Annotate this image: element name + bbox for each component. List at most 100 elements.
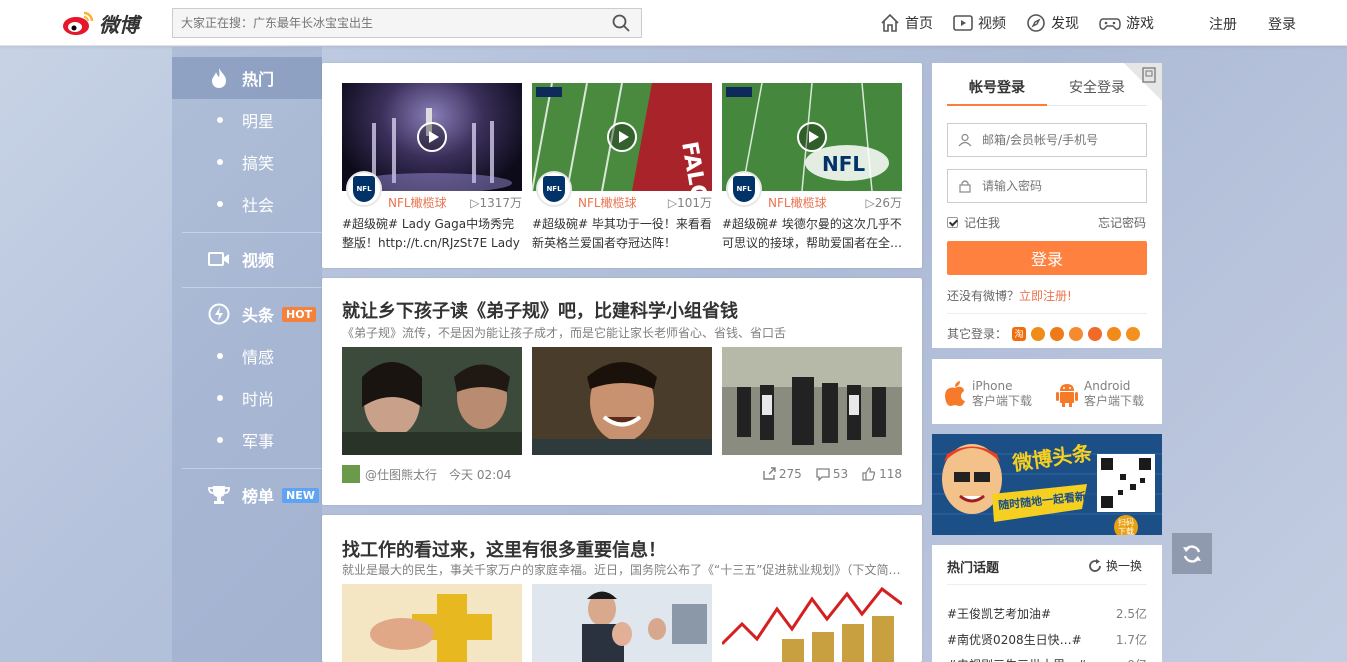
active-tab-indicator (947, 104, 1047, 106)
iphone-download[interactable]: iPhone 客户端下载 (944, 379, 1032, 409)
article-title[interactable]: 找工作的看过来，这里有很多重要信息！ (342, 536, 666, 562)
post-time: 今天 02:04 (449, 467, 512, 482)
sidebar-item-emotion[interactable]: 情感 (172, 335, 322, 377)
app-name: Android (1084, 379, 1131, 393)
video-meta: NFL橄榄球 ▷1317万 (388, 194, 522, 211)
sohu-icon[interactable] (1050, 326, 1065, 341)
author-name[interactable]: @仕图熊太行 (365, 466, 437, 483)
sidebar-item-video[interactable]: 视频 (172, 238, 322, 280)
login-link[interactable]: 登录 (1268, 14, 1296, 34)
search-input[interactable] (173, 9, 601, 37)
tab-account-login[interactable]: 帐号登录 (947, 77, 1047, 97)
sidebar-item-stars[interactable]: 明星 (172, 99, 322, 141)
tianyi-icon[interactable] (1069, 326, 1084, 341)
hot-topics-title: 热门话题 (947, 561, 1000, 576)
video-item[interactable]: FALCONS NFL NFL橄榄球 ▷101万 #超级碗# 毕其功于一役！来看… (532, 83, 712, 250)
forgot-password-link[interactable]: 忘记密码 (1098, 214, 1146, 231)
play-count: ▷101万 (667, 196, 712, 210)
password-input[interactable] (982, 179, 1146, 193)
sidebar-item-society[interactable]: 社会 (172, 183, 322, 225)
nfl-avatar[interactable]: NFL (346, 171, 382, 207)
tab-secure-login[interactable]: 安全登录 (1047, 77, 1147, 97)
share-button[interactable]: 275 (762, 467, 802, 481)
video-source[interactable]: NFL橄榄球 (578, 194, 637, 211)
search-button[interactable] (601, 9, 641, 37)
comment-button[interactable]: 53 (816, 467, 848, 481)
topic-item[interactable]: #王俊凯艺考加油# 2.5亿 (947, 605, 1147, 622)
swap-label: 换一换 (1106, 559, 1143, 573)
weibo-logo[interactable]: 微博 (62, 8, 142, 38)
refresh-icon (1183, 544, 1201, 563)
video-source[interactable]: NFL橄榄球 (768, 194, 827, 211)
other-login: 其它登录： 淘 (947, 325, 1141, 342)
play-icon[interactable] (797, 122, 827, 152)
sidebar-item-military[interactable]: 军事 (172, 419, 322, 461)
article-image[interactable] (722, 347, 902, 455)
video-description[interactable]: #超级碗# 埃德尔曼的这次几乎不可思议的接球，帮助爱国者在全… (722, 215, 902, 253)
video-description[interactable]: #超级碗# 毕其功于一役！来看看新英格兰爱国者夺冠达阵！ http://t.cn (532, 215, 712, 253)
weibo-headline-banner[interactable]: 微博头条 随时随地一起看新闻 扫码下载 (932, 434, 1162, 535)
nav-games-label: 游戏 (1126, 16, 1154, 32)
remember-me[interactable]: 记住我 (947, 214, 1000, 231)
topic-count: 2.5亿 (1115, 607, 1147, 621)
video-description[interactable]: #超级碗# Lady Gaga中场秀完整版！http://t.cn/RJzSt7… (342, 215, 522, 253)
taobao-icon[interactable]: 淘 (1012, 326, 1027, 341)
play-icon[interactable] (607, 122, 637, 152)
article-summary[interactable]: 就业是最大的民生，事关千家万户的家庭幸福。近日，国务院公布了《“十三五”促进就业… (342, 561, 902, 578)
nav-games[interactable]: 游戏 (1099, 13, 1154, 33)
article-image[interactable] (342, 347, 522, 455)
article-image[interactable] (342, 584, 522, 662)
play-icon[interactable] (417, 122, 447, 152)
china-unicom-icon[interactable] (1107, 326, 1122, 341)
username-field (947, 123, 1147, 157)
logo-text: 微博 (99, 12, 139, 37)
bullet-dot (217, 117, 223, 123)
main-nav: 首页 视频 发现 游戏 (880, 0, 1174, 46)
360-icon[interactable] (1088, 326, 1103, 341)
video-source[interactable]: NFL橄榄球 (388, 194, 447, 211)
nav-video[interactable]: 视频 (953, 13, 1006, 33)
like-button[interactable]: 118 (862, 467, 902, 481)
sidebar-item-rankings[interactable]: 榜单 NEW (172, 474, 322, 516)
sidebar-item-label: 热门 (242, 70, 275, 89)
nfl-avatar[interactable]: NFL (726, 171, 762, 207)
refresh-feed-button[interactable] (1172, 533, 1212, 574)
article-image[interactable] (532, 347, 712, 455)
nav-discover-label: 发现 (1051, 16, 1079, 32)
refresh-topics-button[interactable]: 换一换 (1088, 557, 1142, 574)
nfl-avatar[interactable]: NFL (536, 171, 572, 207)
sidebar-item-funny[interactable]: 搞笑 (172, 141, 322, 183)
play-count: ▷26万 (865, 196, 903, 210)
sidebar-item-headlines[interactable]: 头条 HOT (172, 293, 322, 335)
video-item[interactable]: NFL NFL橄榄球 ▷1317万 #超级碗# Lady Gaga中场秀完整版！… (342, 83, 522, 250)
weibo-eye-icon (63, 11, 94, 35)
nav-home-label: 首页 (905, 16, 933, 32)
author-avatar[interactable] (342, 465, 360, 483)
nav-discover[interactable]: 发现 (1026, 13, 1079, 33)
login-button[interactable]: 登录 (947, 241, 1147, 275)
sidebar-item-label: 视频 (242, 251, 275, 270)
nav-home[interactable]: 首页 (880, 13, 933, 33)
baidu-icon[interactable] (1126, 326, 1141, 341)
qq-icon[interactable] (1031, 326, 1046, 341)
article-summary[interactable]: 《弟子规》流传，不是因为能让孩子成才，而是它能让家长老师省心、省钱、省口舌 (342, 324, 902, 341)
username-input[interactable] (982, 133, 1146, 147)
register-now-link[interactable]: 立即注册! (1019, 289, 1072, 303)
article-image[interactable] (532, 584, 712, 662)
sidebar-item-fashion[interactable]: 时尚 (172, 377, 322, 419)
remember-label: 记住我 (964, 216, 1001, 230)
register-link[interactable]: 注册 (1209, 14, 1237, 34)
sidebar-item-label: 情感 (242, 348, 275, 367)
topic-count: 9亿 (1127, 656, 1147, 662)
video-item[interactable]: NFL NFL NFL橄榄球 ▷26万 #超级碗# 埃德尔曼的这次几乎不可思议的… (722, 83, 902, 250)
topic-item[interactable]: #电视剧三生三世十里…# 9亿 (947, 656, 1147, 662)
home-icon (880, 13, 900, 33)
like-count: 118 (879, 467, 902, 481)
thumbs-up-icon (862, 467, 876, 481)
topic-item[interactable]: #南优贤0208生日快…# 1.7亿 (947, 631, 1147, 648)
android-download[interactable]: Android 客户端下载 (1056, 379, 1144, 409)
article-title[interactable]: 就让乡下孩子读《弟子规》吧，比建科学小组省钱 (342, 297, 738, 323)
remember-checkbox[interactable] (947, 217, 958, 228)
sidebar-item-hot[interactable]: 热门 (172, 57, 322, 99)
article-image[interactable] (722, 584, 902, 662)
